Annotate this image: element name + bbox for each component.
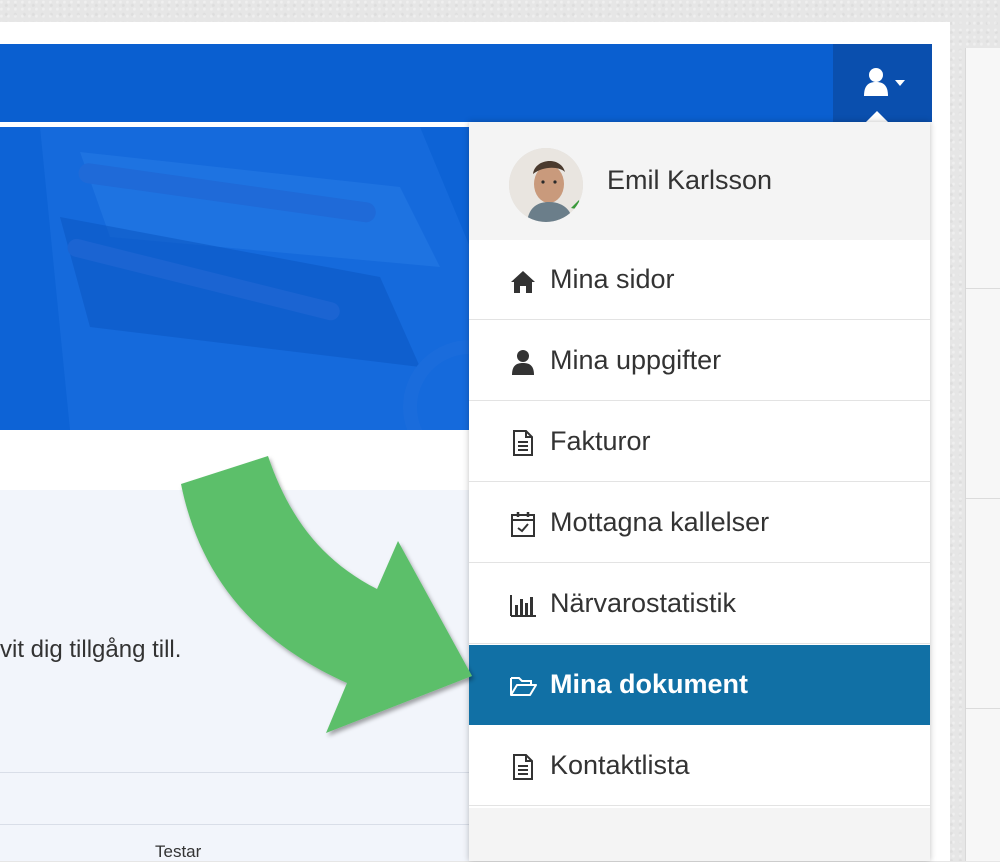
profile-header[interactable]: Emil Karlsson <box>469 122 930 241</box>
menu-item-narvarostatistik[interactable]: Närvarostatistik <box>469 564 930 644</box>
profile-name: Emil Karlsson <box>607 165 773 195</box>
dropdown-caret <box>866 111 888 122</box>
user-icon <box>512 350 534 375</box>
right-side-panel <box>965 48 1000 861</box>
menu-item-label: Närvarostatistik <box>550 588 737 618</box>
home-icon <box>511 271 535 293</box>
user-dropdown-menu: Emil Karlsson Mina sidor Mina uppgifter … <box>469 122 930 861</box>
bar-chart-icon <box>510 595 536 617</box>
menu-item-mina-sidor[interactable]: Mina sidor <box>469 240 930 320</box>
menu-item-mina-dokument[interactable]: Mina dokument <box>469 645 930 725</box>
divider <box>0 824 470 825</box>
content-section <box>0 490 470 861</box>
menu-item-fakturor[interactable]: Fakturor <box>469 402 930 482</box>
menu-item-label: Mina uppgifter <box>550 345 722 375</box>
menu-item-label: Kontaktlista <box>550 750 690 780</box>
dropdown-footer <box>469 808 930 861</box>
menu-item-label: Mottagna kallelser <box>550 507 770 537</box>
table-column-header: Testar <box>155 842 202 861</box>
hero-banner <box>0 127 470 430</box>
divider <box>0 772 470 773</box>
calendar-check-icon <box>511 512 535 537</box>
content-intro-text: vit dig tillgång till. <box>0 636 182 663</box>
menu-item-kontaktlista[interactable]: Kontaktlista <box>469 726 930 806</box>
menu-item-mina-uppgifter[interactable]: Mina uppgifter <box>469 321 930 401</box>
document-icon <box>513 754 533 780</box>
document-icon <box>513 430 533 456</box>
avatar <box>509 148 583 222</box>
caret-down-icon <box>895 80 905 86</box>
menu-item-label: Fakturor <box>550 426 651 456</box>
menu-item-label: Mina dokument <box>550 669 749 699</box>
top-navbar <box>0 44 932 122</box>
menu-item-mottagna-kallelser[interactable]: Mottagna kallelser <box>469 483 930 563</box>
user-icon <box>864 68 905 96</box>
menu-item-label: Mina sidor <box>550 264 675 294</box>
folder-open-icon <box>510 677 537 696</box>
